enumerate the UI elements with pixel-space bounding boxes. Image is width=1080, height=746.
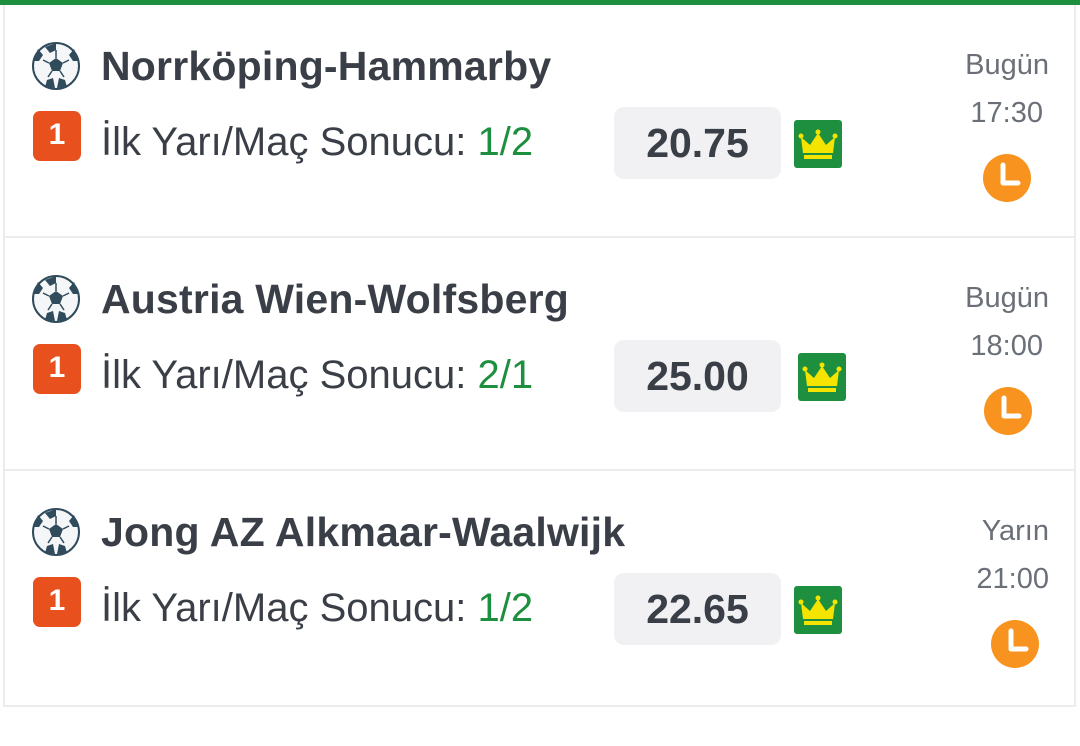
selection-count-badge: 1 — [33, 577, 81, 627]
soccer-ball-icon — [32, 42, 80, 90]
soccer-ball-icon — [32, 275, 80, 323]
bet-selection-value: 1/2 — [477, 120, 534, 164]
match-time: 21:00 — [976, 563, 1049, 595]
crown-icon — [794, 586, 842, 634]
crown-icon — [798, 353, 846, 401]
odds-button[interactable]: 25.00 — [614, 340, 781, 412]
selection-count-badge: 1 — [33, 344, 81, 394]
match-row[interactable]: Jong AZ Alkmaar-Waalwijk 1 İlk Yarı/Maç … — [5, 471, 1074, 705]
bet-description: İlk Yarı/Maç Sonucu: 2/1 — [101, 353, 533, 398]
match-day: Bugün — [965, 49, 1049, 81]
crown-icon — [794, 120, 842, 168]
match-row[interactable]: Austria Wien-Wolfsberg 1 İlk Yarı/Maç So… — [5, 238, 1074, 471]
match-title: Austria Wien-Wolfsberg — [101, 276, 569, 322]
clock-icon — [984, 387, 1032, 435]
bet-selection-value: 1/2 — [477, 586, 534, 630]
bet-type-label: İlk Yarı/Maç Sonucu: — [101, 353, 478, 397]
bet-selection-value: 2/1 — [477, 353, 534, 397]
odds-button[interactable]: 20.75 — [614, 107, 781, 179]
bet-description: İlk Yarı/Maç Sonucu: 1/2 — [101, 120, 533, 165]
clock-icon — [983, 154, 1031, 202]
selection-count-badge: 1 — [33, 111, 81, 161]
soccer-ball-icon — [32, 508, 80, 556]
match-row[interactable]: Norrköping-Hammarby 1 İlk Yarı/Maç Sonuc… — [5, 5, 1074, 238]
match-day: Yarın — [981, 515, 1049, 547]
clock-icon — [991, 620, 1039, 668]
bet-type-label: İlk Yarı/Maç Sonucu: — [101, 586, 478, 630]
match-day: Bugün — [965, 282, 1049, 314]
match-time: 17:30 — [970, 97, 1043, 129]
match-title: Norrköping-Hammarby — [101, 43, 552, 89]
bet-description: İlk Yarı/Maç Sonucu: 1/2 — [101, 586, 533, 631]
odds-button[interactable]: 22.65 — [614, 573, 781, 645]
match-time: 18:00 — [970, 330, 1043, 362]
match-title: Jong AZ Alkmaar-Waalwijk — [101, 509, 626, 555]
match-list: Norrköping-Hammarby 1 İlk Yarı/Maç Sonuc… — [3, 5, 1076, 707]
bet-type-label: İlk Yarı/Maç Sonucu: — [101, 120, 478, 164]
